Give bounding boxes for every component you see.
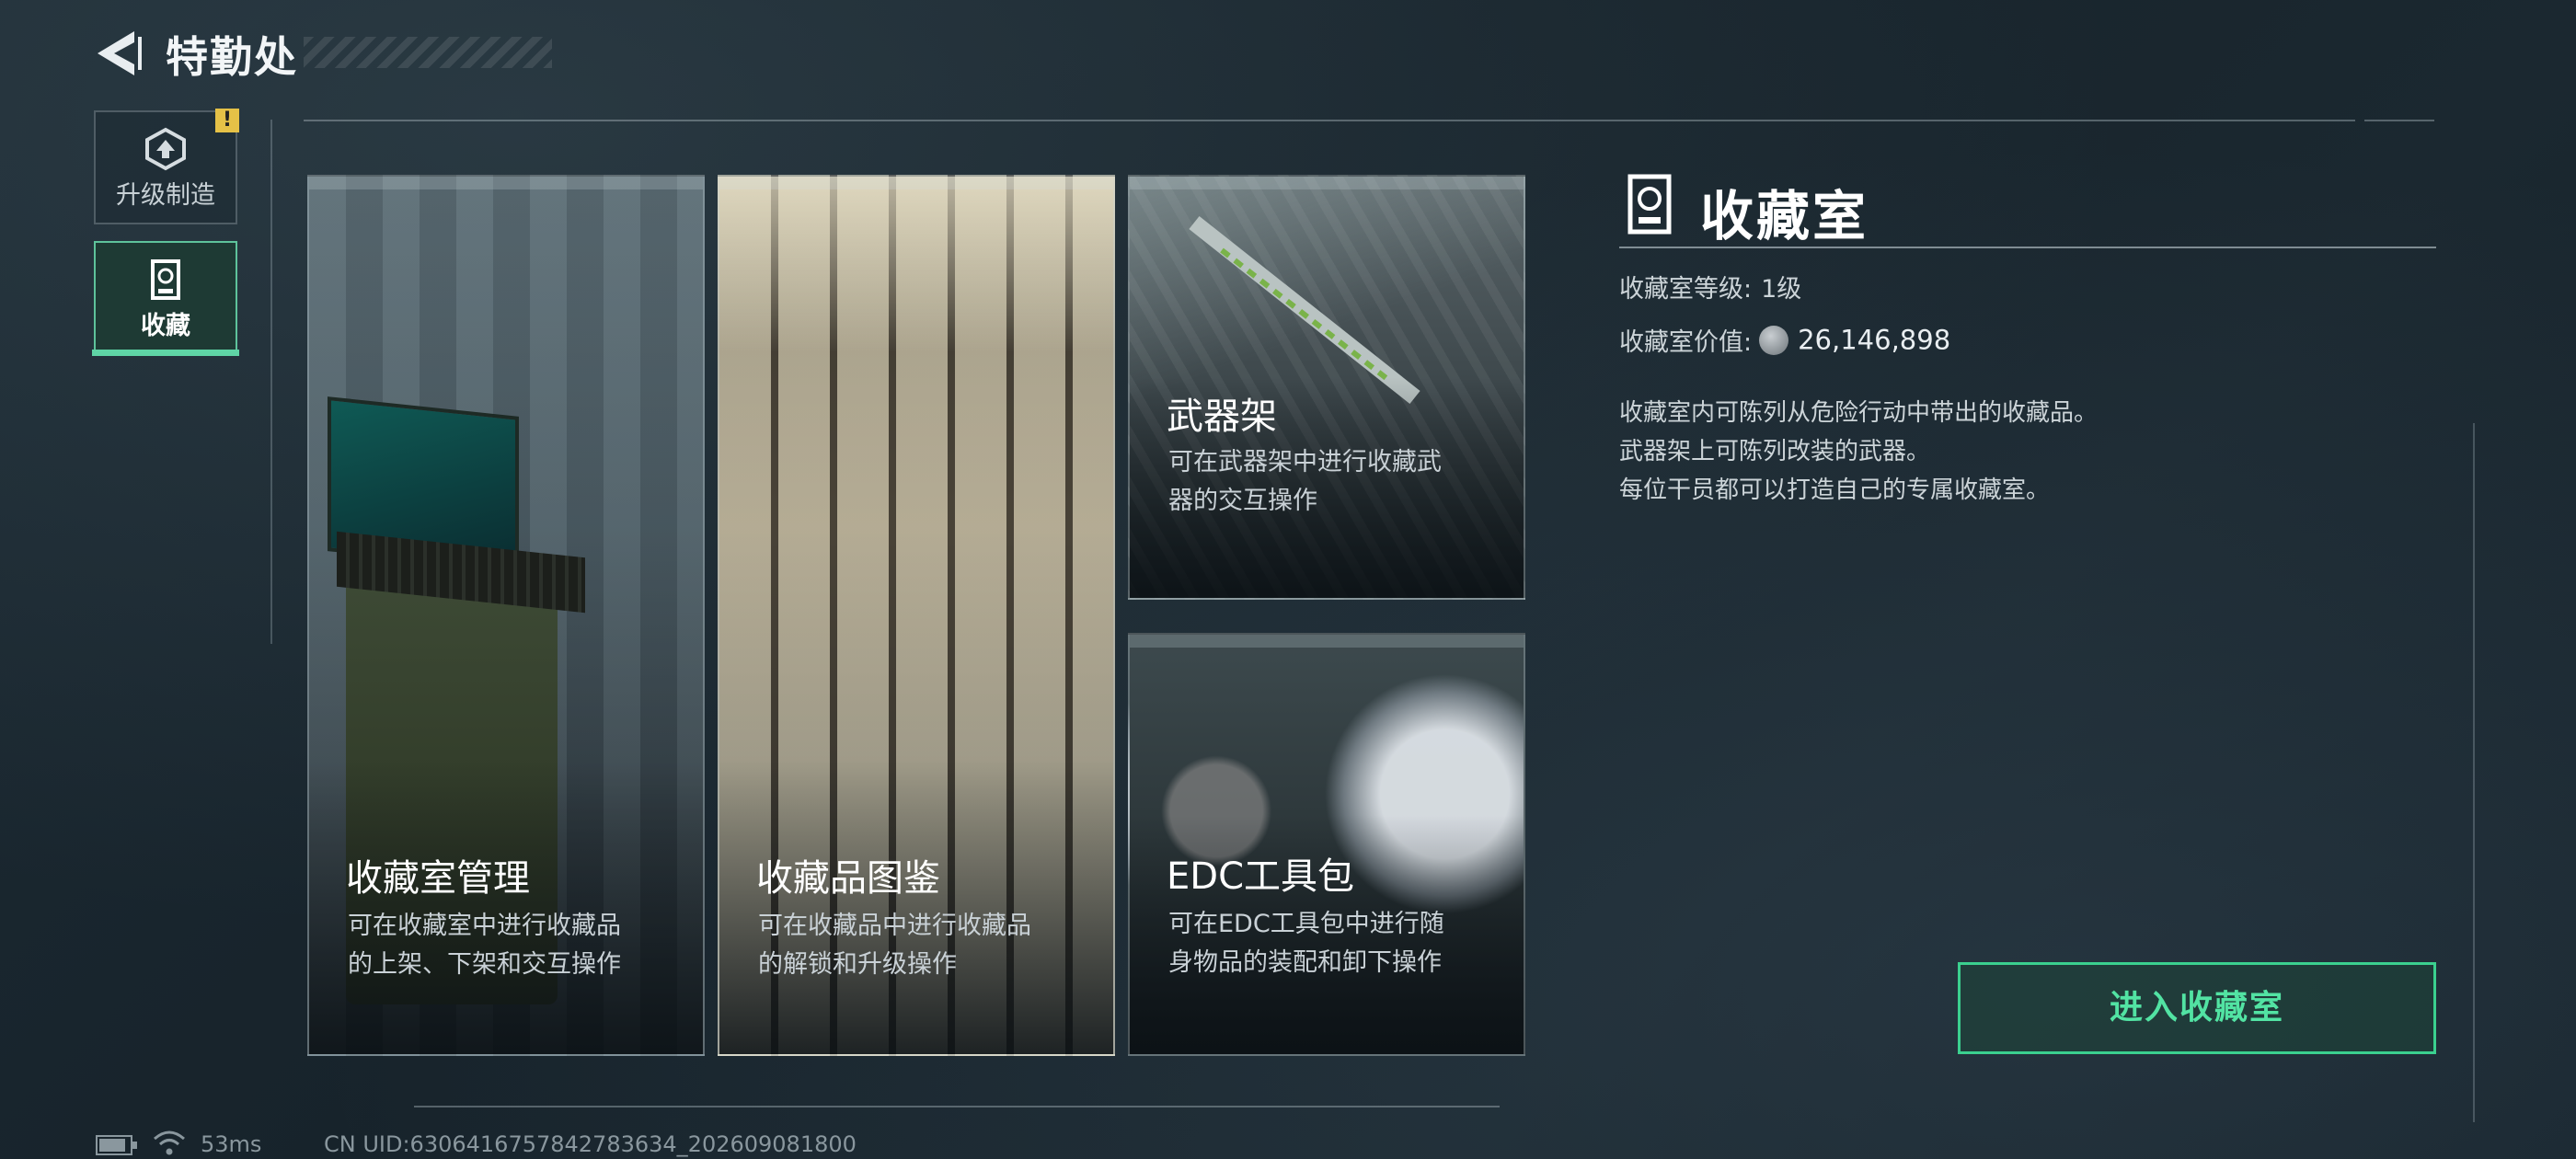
card-collection-management[interactable]: 收藏室管理 可在收藏室中进行收藏品 的上架、下架和交互操作 [307, 175, 705, 1056]
battery-icon [96, 1135, 137, 1155]
card-edc-kit[interactable]: EDC工具包 可在EDC工具包中进行随 身物品的装配和卸下操作 [1128, 633, 1525, 1056]
alert-badge: ! [215, 109, 239, 132]
card-description: 可在武器架中进行收藏武 器的交互操作 [1168, 448, 1442, 515]
sidebar-item-label: 收藏 [141, 312, 190, 340]
title-decoration [304, 37, 552, 68]
collection-room-icon [1627, 174, 1672, 235]
card-title: 武器架 [1167, 396, 1277, 438]
active-tab-indicator [92, 350, 239, 356]
user-uid: CN UID:6306416757842783634_202609081800 [324, 1131, 857, 1157]
card-collection-catalog[interactable]: 收藏品图鉴 可在收藏品中进行收藏品 的解锁和升级操作 [718, 175, 1115, 1056]
coin-icon [1759, 325, 1789, 355]
wifi-icon [154, 1130, 185, 1155]
collection-value: 收藏室价值: 26,146,898 [1619, 324, 1951, 358]
bottom-divider [414, 1106, 1500, 1107]
page-title: 特勤处 [166, 32, 298, 82]
card-description: 可在EDC工具包中进行随 身物品的装配和卸下操作 [1168, 910, 1444, 977]
card-title: 收藏品图鉴 [756, 857, 940, 900]
left-frame-line [270, 120, 272, 644]
back-arrow-icon[interactable] [92, 28, 144, 79]
info-divider [1619, 247, 2436, 248]
collection-level: 收藏室等级: 1级 [1619, 275, 1802, 304]
card-description: 可在收藏品中进行收藏品 的解锁和升级操作 [758, 912, 1031, 979]
card-description: 可在收藏室中进行收藏品 的上架、下架和交互操作 [348, 912, 621, 979]
card-title: 收藏室管理 [346, 857, 530, 900]
card-title: EDC工具包 [1167, 855, 1355, 898]
info-description: 收藏室内可陈列从危险行动中带出的收藏品。 武器架上可陈列改装的武器。 每位干员都… [1619, 399, 2099, 504]
top-divider-end [2364, 120, 2434, 121]
card-weapon-rack[interactable]: 武器架 可在武器架中进行收藏武 器的交互操作 [1128, 175, 1525, 600]
ping-readout: 53ms [201, 1131, 262, 1157]
enter-collection-button[interactable]: 进入收藏室 [1958, 962, 2436, 1054]
top-divider [304, 120, 2355, 121]
right-frame-line [2473, 423, 2475, 1122]
upgrade-icon [145, 127, 186, 171]
collection-icon [151, 259, 180, 300]
sidebar-item-collection[interactable]: 收藏 [94, 241, 237, 355]
info-title: 收藏室 [1700, 185, 1869, 247]
sidebar-item-label: 升级制造 [116, 181, 215, 210]
